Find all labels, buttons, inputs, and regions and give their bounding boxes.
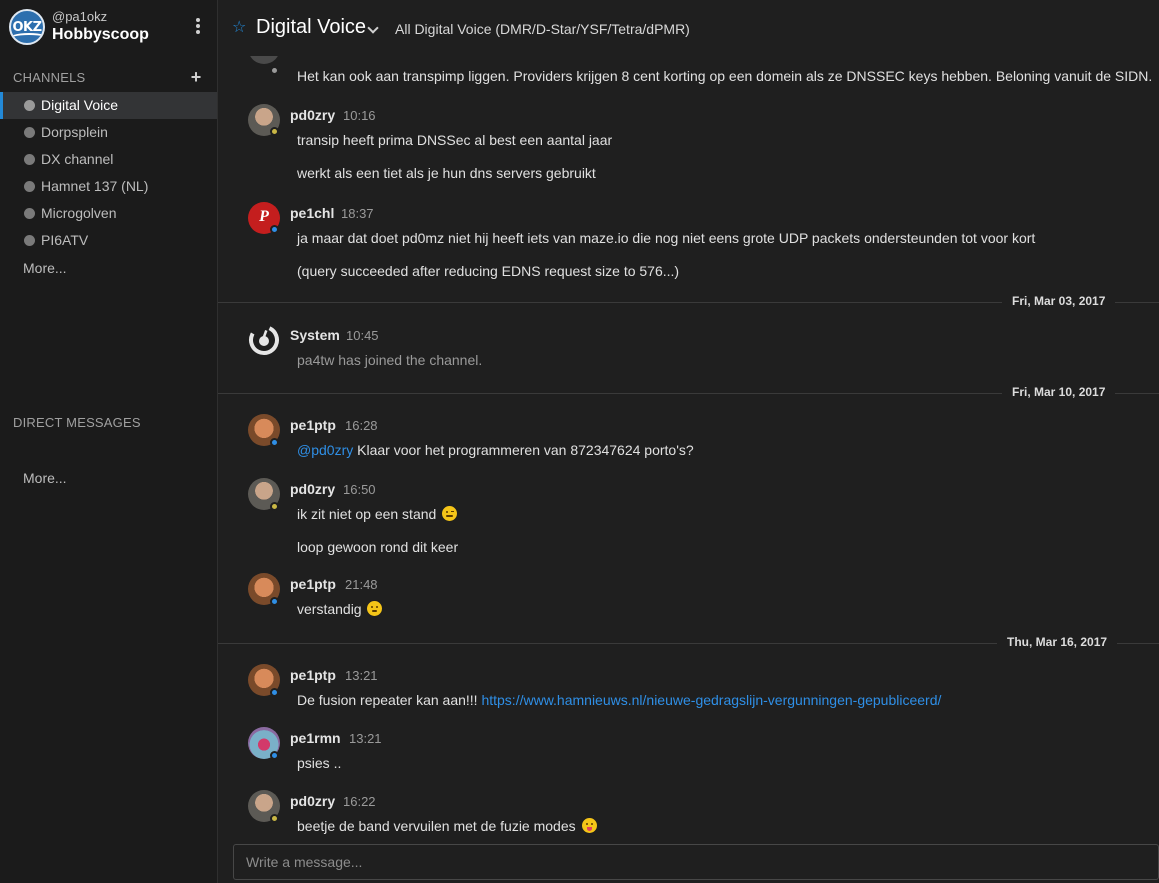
team-header: OKZ @pa1okz Hobbyscoop [0,0,217,56]
message-time[interactable]: 16:28 [345,418,378,433]
message-time[interactable]: 10:45 [346,328,379,343]
channels-section-title: CHANNELS [13,70,86,85]
message-link[interactable]: https://www.hamnieuws.nl/nieuwe-gedragsl… [481,692,941,708]
globe-icon [24,100,35,111]
status-indicator [270,66,279,75]
message-text: beetje de band vervuilen met de fuzie mo… [297,818,597,834]
message-text: ja maar dat doet pd0mz niet hij heeft ie… [297,230,1036,246]
message-author[interactable]: pe1chl [290,205,334,221]
channel-header: ☆ Digital Voice All Digital Voice (DMR/D… [218,0,1159,56]
status-indicator [270,502,279,511]
status-indicator [270,814,279,823]
status-indicator [270,597,279,606]
message-time[interactable]: 21:48 [345,577,378,592]
date-separator: Thu, Mar 16, 2017 [218,635,1159,651]
status-indicator [270,225,279,234]
avatar[interactable] [248,56,280,64]
channels-more-link[interactable]: More... [23,260,67,276]
system-logo-icon [248,324,280,356]
status-indicator [270,127,279,136]
message-author[interactable]: pd0zry [290,107,335,123]
sidebar-item-dorpsplein[interactable]: Dorpsplein [0,119,217,146]
message: Het kan ook aan transpimp liggen. Provid… [218,56,1159,92]
message-author[interactable]: pe1rmn [290,730,341,746]
globe-icon [24,181,35,192]
message-text: (query succeeded after reducing EDNS req… [297,263,680,279]
message: pe1ptp 21:48 verstandig [218,571,1159,627]
message-author[interactable]: pe1ptp [290,417,336,433]
message: pd0zry 10:16 transip heeft prima DNSSec … [218,100,1159,190]
message-text: loop gewoon rond dit keer [297,539,459,555]
date-separator-label: Fri, Mar 03, 2017 [1002,294,1116,308]
sidebar: OKZ @pa1okz Hobbyscoop CHANNELS + Digita… [0,0,218,883]
message-text: transip heeft prima DNSSec al best een a… [297,132,613,148]
date-separator: Fri, Mar 03, 2017 [218,294,1159,310]
globe-icon [24,154,35,165]
current-username: @pa1okz [52,9,108,24]
channel-title[interactable]: Digital Voice [256,16,366,39]
message-input[interactable] [233,844,1159,880]
team-logo[interactable]: OKZ [9,9,45,45]
neutral-emoji-icon [367,601,383,616]
avatar-letter: P [259,208,269,225]
sidebar-item-pi6atv[interactable]: PI6ATV [0,227,217,254]
message-text: pa4tw has joined the channel. [297,352,483,368]
chevron-down-icon[interactable] [367,22,379,34]
star-icon[interactable]: ☆ [232,18,246,38]
date-separator-label: Thu, Mar 16, 2017 [997,635,1118,649]
direct-messages-section-title: DIRECT MESSAGES [13,415,141,430]
message-text: @pd0zry Klaar voor het programmeren van … [297,442,694,458]
message-text: Het kan ook aan transpimp liggen. Provid… [297,68,1153,84]
sidebar-item-microgolven[interactable]: Microgolven [0,200,217,227]
message-author[interactable]: System [290,327,340,343]
date-separator-label: Fri, Mar 10, 2017 [1002,385,1116,399]
team-name: Hobbyscoop [52,26,149,43]
globe-icon [24,127,35,138]
message-time[interactable]: 16:50 [343,482,376,497]
globe-icon [24,208,35,219]
status-indicator [270,438,279,447]
message-author[interactable]: pe1ptp [290,576,336,592]
status-indicator [270,751,279,760]
plus-icon[interactable]: + [188,68,204,86]
message-author[interactable]: pd0zry [290,481,335,497]
message-time[interactable]: 10:16 [343,108,376,123]
direct-messages-more-link[interactable]: More... [23,470,67,486]
message-text: psies .. [297,755,342,771]
globe-icon [24,235,35,246]
message-author[interactable]: pd0zry [290,793,335,809]
message-text: werkt als een tiet als je hun dns server… [297,165,596,181]
message: pe1rmn 13:21 psies .. [218,725,1159,781]
sidebar-item-digital-voice[interactable]: Digital Voice [0,92,217,119]
sidebar-item-dx-channel[interactable]: DX channel [0,146,217,173]
sidebar-item-hamnet-137[interactable]: Hamnet 137 (NL) [0,173,217,200]
message: pe1ptp 13:21 De fusion repeater kan aan!… [218,662,1159,718]
message-text: verstandig [297,601,383,617]
message: pd0zry 16:22 beetje de band vervuilen me… [218,788,1159,842]
logo-text: OKZ [12,20,42,35]
message-composer [233,844,1159,880]
status-indicator [270,688,279,697]
tongue-emoji-icon [581,818,597,833]
message: pd0zry 16:50 ik zit niet op een stand lo… [218,476,1159,562]
wink-emoji-icon [442,506,458,521]
message-list: Het kan ook aan transpimp liggen. Provid… [218,56,1159,842]
channel-purpose: All Digital Voice (DMR/D-Star/YSF/Tetra/… [395,21,690,37]
message-author[interactable]: pe1ptp [290,667,336,683]
message-time[interactable]: 13:21 [345,668,378,683]
message: P pe1chl 18:37 ja maar dat doet pd0mz ni… [218,198,1159,288]
message-time[interactable]: 16:22 [343,794,376,809]
message: System 10:45 pa4tw has joined the channe… [218,322,1159,382]
date-separator: Fri, Mar 10, 2017 [218,385,1159,401]
user-mention[interactable]: @pd0zry [297,442,353,458]
message: pe1ptp 16:28 @pd0zry Klaar voor het prog… [218,412,1159,468]
channel-list: Digital Voice Dorpsplein DX channel Hamn… [0,92,217,254]
message-time[interactable]: 18:37 [341,206,374,221]
message-text: ik zit niet op een stand [297,506,458,522]
kebab-menu-icon[interactable] [192,16,204,38]
message-time[interactable]: 13:21 [349,731,382,746]
message-text: De fusion repeater kan aan!!! https://ww… [297,692,942,708]
